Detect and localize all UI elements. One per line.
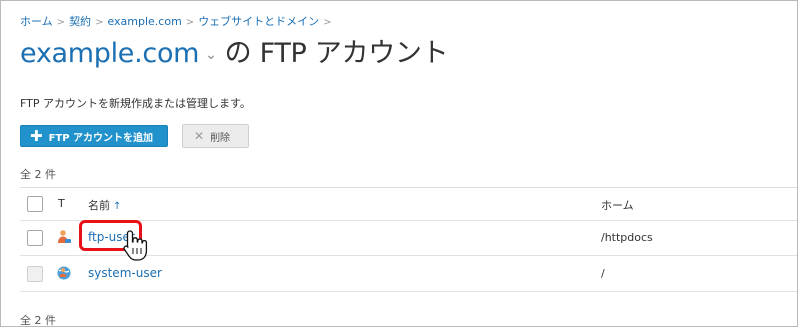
breadcrumb-domain[interactable]: example.com: [107, 15, 181, 28]
column-name[interactable]: 名前 ↑: [88, 197, 121, 213]
row-checkbox[interactable]: [27, 230, 43, 246]
page-frame: ホーム > 契約 > example.com > ウェブサイトとドメイン > example.…: [0, 0, 798, 327]
breadcrumb-separator: >: [95, 17, 104, 28]
total-count: 全 2 件: [20, 168, 56, 181]
delete-label: 削除: [210, 132, 231, 144]
total-count-bottom: 全 2 件: [20, 314, 56, 327]
table-header: T 名前 ↑ ホーム: [20, 187, 797, 221]
column-home[interactable]: ホーム: [601, 197, 634, 213]
ftp-user-icon: [58, 230, 71, 243]
delete-x-icon: ✕: [194, 129, 205, 143]
breadcrumb: ホーム > 契約 > example.com > ウェブサイトとドメイン >: [20, 13, 336, 29]
system-user-icon: [57, 266, 71, 280]
row-checkbox-disabled: [27, 266, 43, 282]
plus-icon: ✚: [30, 126, 43, 145]
system-user-link[interactable]: system-user: [88, 266, 162, 280]
delete-button[interactable]: ✕ 削除: [182, 124, 249, 148]
breadcrumb-separator: >: [185, 17, 195, 28]
add-ftp-account-button[interactable]: ✚ FTP アカウントを追加: [20, 125, 168, 147]
domain-switcher[interactable]: example.com: [20, 38, 199, 69]
sort-asc-icon: ↑: [113, 201, 122, 212]
breadcrumb-websites-domains[interactable]: ウェブサイトとドメイン: [198, 15, 319, 28]
select-all-checkbox[interactable]: [27, 196, 43, 212]
home-directory: /httpdocs: [601, 231, 653, 244]
home-directory: /: [601, 267, 605, 280]
breadcrumb-separator: >: [323, 17, 332, 28]
add-ftp-account-label: FTP アカウントを追加: [48, 132, 154, 144]
page-title-text: の FTP アカウント: [224, 38, 449, 69]
column-name-label: 名前: [88, 199, 110, 212]
breadcrumb-separator: >: [56, 17, 66, 28]
page-description: FTP アカウントを新規作成または管理します。: [20, 97, 251, 110]
page-title: example.com ⌄ の FTP アカウント: [20, 31, 449, 70]
breadcrumb-home[interactable]: ホーム: [20, 15, 53, 28]
column-type[interactable]: T: [58, 197, 65, 210]
chevron-down-icon[interactable]: ⌄: [205, 47, 217, 63]
breadcrumb-subscription[interactable]: 契約: [69, 15, 91, 28]
hand-pointer-icon: [123, 230, 148, 261]
